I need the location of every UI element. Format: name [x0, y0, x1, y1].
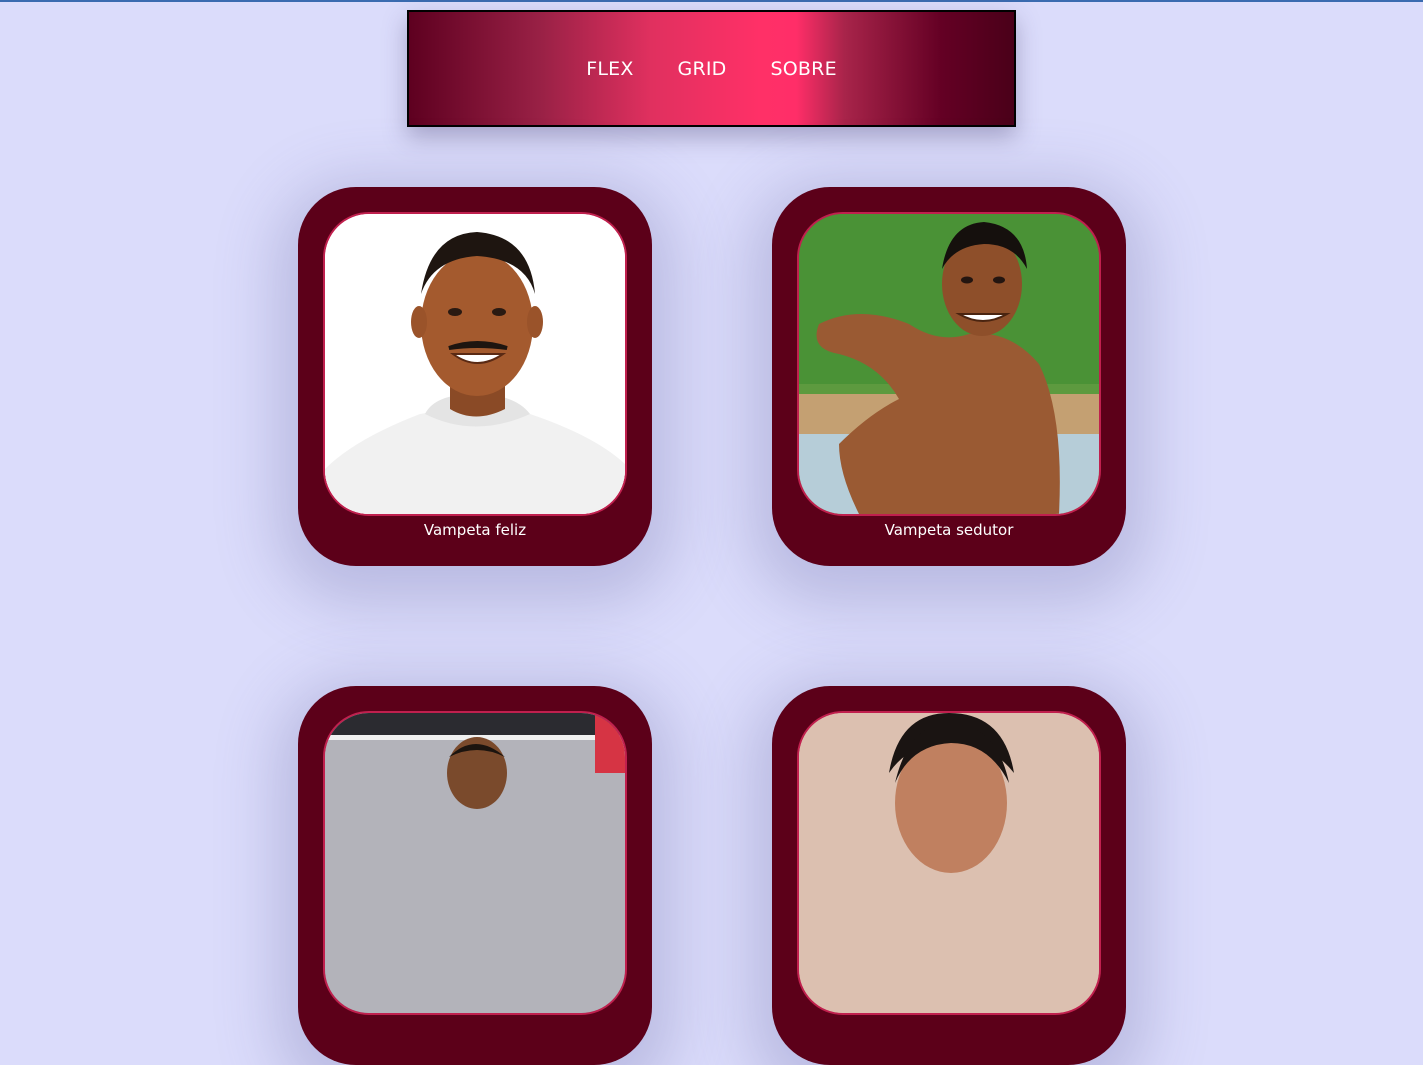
photo-caption: Vampeta sedutor	[884, 521, 1014, 539]
photo-image	[797, 711, 1101, 1015]
photo-caption: Vampeta feliz	[423, 521, 527, 539]
photo-image	[323, 711, 627, 1015]
photo-card[interactable]	[772, 686, 1126, 1065]
portrait-illustration	[325, 214, 625, 514]
top-navigation: FLEX GRID SOBRE	[407, 10, 1016, 127]
photo-image	[323, 212, 627, 516]
photo-card[interactable]	[298, 686, 652, 1065]
top-accent-line	[0, 0, 1423, 2]
photo-image	[797, 212, 1101, 516]
photo-card[interactable]: Vampeta sedutor	[772, 187, 1126, 566]
portrait-illustration	[799, 713, 1099, 1013]
nav-link-flex[interactable]: FLEX	[564, 58, 655, 80]
portrait-illustration	[325, 713, 625, 1013]
portrait-illustration	[799, 214, 1099, 514]
photo-card[interactable]: Vampeta feliz	[298, 187, 652, 566]
nav-link-grid[interactable]: GRID	[656, 58, 749, 80]
nav-link-sobre[interactable]: SOBRE	[749, 58, 859, 80]
